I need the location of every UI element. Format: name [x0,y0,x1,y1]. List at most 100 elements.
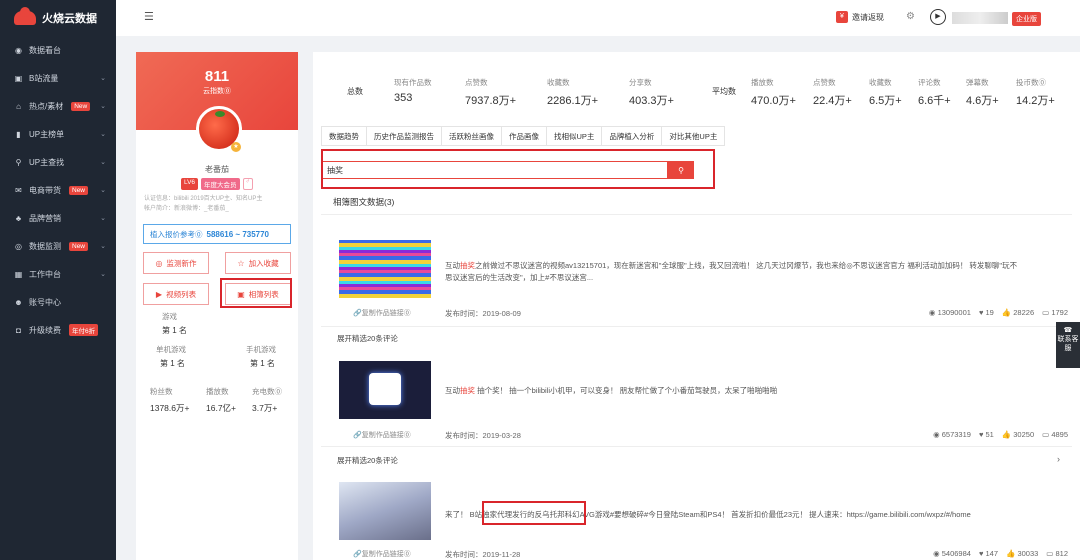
charge-stat: 充电数⓪ 3.7万+ [252,386,282,414]
tab-compare-up[interactable]: 对比其他UP主 [661,126,726,146]
profile-badges: LV6 年度大会员 ♂ [136,178,298,190]
highlight-box [220,278,292,308]
quote-value: 588616 ~ 735770 [206,229,270,239]
avg-danmu-value: 4.6万+ [966,95,999,107]
bar-chart-icon: ▮ [16,129,21,139]
plays-label: 播放数 [206,387,229,396]
likes-metric: 👍 28226 [1002,308,1034,317]
coins-value: 147 [985,549,998,558]
palette-icon[interactable]: ⚙ [906,11,915,22]
chevron-down-icon: ⌄ [100,131,106,138]
enterprise-badge: 企业版 [1012,12,1041,26]
expand-comments-toggle[interactable]: 展开精选20条评论 [337,333,398,344]
copy-link-button[interactable]: 🔗复制作品链接⓪ [353,549,411,559]
comments-value: 1792 [1051,308,1068,317]
menu-toggle-icon[interactable]: ☰ [144,10,154,23]
views-value: 5406984 [941,549,971,558]
sidebar-item[interactable]: ◎ 数据监测 New ⌄ [0,232,116,260]
rank-single: 单机游戏 第 1 名 [156,344,186,369]
copy-link-button[interactable]: 🔗复制作品链接⓪ [353,430,411,440]
brand-logo[interactable]: 火烧云数据 [0,0,116,36]
sidebar-item[interactable]: ✉ 电商带货 New ⌄ [0,176,116,204]
customer-service-button[interactable]: ☎ 联系客服 [1056,322,1080,368]
collect-label: 加入收藏 [248,258,279,268]
chevron-down-icon: ⌄ [100,159,106,166]
sidebar-item[interactable]: ▣ B站流量 ⌄ [0,64,116,92]
invite-cashback-button[interactable]: ¥ 邀请返现 [836,11,884,23]
item-prefix: 互动 [445,386,460,395]
coins-metric: ♥ 19 [979,308,994,317]
video-icon: ▶ [155,289,163,299]
views-metric: ◉ 13090001 [929,308,971,317]
sidebar-item-label: 数据看台 [29,45,61,55]
home-icon: ⌂ [16,101,21,111]
sidebar-item[interactable]: ◉ 数据看台 [0,36,116,64]
rank-category-label: 游戏 [162,312,177,321]
plays-value: 16.7亿+ [206,403,237,413]
item-prefix: 互动 [445,261,460,270]
likes-value: 7937.8万+ [465,95,517,107]
sidebar-item-label: 数据监测 [29,241,61,251]
avg-fav-value: 6.5万+ [869,95,902,107]
item-thumbnail[interactable] [339,361,431,419]
avg-fav-label: 收藏数 [869,78,892,87]
copy-link-button[interactable]: 🔗复制作品链接⓪ [353,308,411,318]
share-label: 分享数 [629,78,652,87]
comments-metric: ▭ 812 [1046,549,1068,558]
play-icon[interactable]: ▶ [930,9,946,25]
sidebar-item[interactable]: ⚲ UP主查找 ⌄ [0,148,116,176]
chevron-down-icon: ⌄ [100,187,106,194]
video-list-label: 视频列表 [166,289,197,299]
tab-data-trend[interactable]: 数据趋势 [321,126,367,146]
gender-icon: ♂ [242,178,254,190]
sidebar-item-label: 工作中台 [29,269,61,279]
new-badge: New [69,185,89,195]
chevron-down-icon: ⌄ [100,271,106,278]
tab-fan-profile[interactable]: 活跃粉丝画像 [441,126,502,146]
sidebar-item[interactable]: ☻ 账号中心 [0,288,116,316]
keyword-highlight: 抽奖 [460,261,475,270]
copy-link-label: 复制作品链接⓪ [361,310,411,317]
comments-value: 4895 [1051,430,1068,439]
auth-info: 认证信息：bilibili 2019百大UP主、知名UP主 帐户简介：新浪微博：… [144,194,290,214]
new-badge: New [69,241,89,251]
item-thumbnail[interactable] [339,240,431,298]
sidebar-item-label: B站流量 [29,73,59,83]
tab-brand-analysis[interactable]: 品牌植入分析 [601,126,663,146]
star-outline-icon: ☆ [237,258,245,268]
comment-icon: ▭ [1046,549,1054,558]
profile-panel: 811 云指数⓪ ★ 老番茄 LV6 年度大会员 ♂ 认证信息：bilibili… [136,52,298,560]
sidebar-item-label: 升级续费 [29,325,61,335]
avg-coin-value: 14.2万+ [1016,95,1055,107]
avg-like-label: 点赞数 [813,78,836,87]
tab-work-profile[interactable]: 作品画像 [501,126,547,146]
fav-label: 收藏数 [547,78,570,87]
sidebar-item[interactable]: ▦ 工作中台 ⌄ [0,260,116,288]
avg-like-value: 22.4万+ [813,95,852,107]
tab-history-report[interactable]: 历史作品监测报告 [366,126,442,146]
fav-value: 2286.1万+ [547,95,599,107]
sidebar-item[interactable]: ▮ UP主榜单 ⌄ [0,120,116,148]
views-value: 13090001 [937,308,971,317]
video-list-button[interactable]: ▶ 视频列表 [143,283,209,305]
expand-comments-toggle[interactable]: 展开精选20条评论 [337,455,398,466]
add-favorite-button[interactable]: ☆ 加入收藏 [225,252,291,274]
user-name-blurred[interactable] [952,12,1008,24]
tab-similar-up[interactable]: 找相似UP主 [546,126,603,146]
sidebar-item[interactable]: ◘ 升级续费 年付6折 [0,316,116,344]
main-panel: 总数 现有作品数 353 点赞数 7937.8万+ 收藏数 2286.1万+ 分… [313,52,1080,560]
chevron-right-icon[interactable]: › [1057,454,1060,464]
cloud-logo-icon [14,7,36,25]
chevron-down-icon: ⌄ [100,103,106,110]
avg-comment-label: 评论数 [918,78,941,87]
monitor-label: 监测新作 [166,258,197,268]
sidebar-item[interactable]: ⌂ 热点/素材 New ⌄ [0,92,116,120]
monitor-new-works-button[interactable]: ◎ 监测新作 [143,252,209,274]
mail-icon: ✉ [15,185,22,195]
stats-summary: 总数 现有作品数 353 点赞数 7937.8万+ 收藏数 2286.1万+ 分… [313,72,1080,112]
cloud-index-label: 云指数⓪ [203,88,231,95]
search-icon: ⚲ [15,157,22,167]
item-thumbnail[interactable] [339,482,431,540]
verified-star-icon: ★ [231,142,241,152]
sidebar-item[interactable]: ♣ 品牌营销 ⌄ [0,204,116,232]
